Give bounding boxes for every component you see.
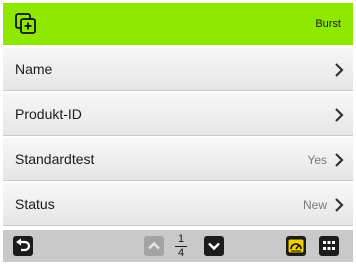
gauge-icon [287,238,305,254]
copy-plus-icon[interactable] [15,13,37,35]
chevron-right-icon [335,198,344,212]
menu-item-value: New [302,198,327,212]
menu-item-status[interactable]: Status New [3,183,353,226]
chevron-down-icon [208,242,220,251]
footer-toolbar: 1 4 [3,230,353,262]
chevron-right-icon [335,63,344,77]
menu-item-label: Status [15,196,55,212]
chevron-right-icon [335,108,344,122]
menu-item-standard-test[interactable]: Standardtest Yes [3,138,353,181]
page-up-button[interactable] [144,236,164,256]
mode-label: Burst [315,18,341,30]
menu-item-product-id[interactable]: Produkt-ID [3,93,353,136]
back-button[interactable] [13,236,33,256]
menu-item-value: Yes [307,153,327,167]
grid-menu-button[interactable] [319,236,339,256]
menu-item-label: Standardtest [15,151,95,167]
chevron-right-icon [335,153,344,167]
gauge-button[interactable] [286,236,306,256]
header-bar: Burst [3,3,353,45]
menu-item-label: Produkt-ID [15,106,82,122]
page-down-button[interactable] [204,236,224,256]
chevron-up-icon [148,241,160,250]
menu-item-label: Name [15,61,53,77]
page-current: 1 [177,233,185,245]
menu-list: Name Produkt-ID Standardtest Yes Status … [3,48,353,228]
grid-menu-icon [323,241,335,250]
page-total: 4 [177,247,185,259]
back-arrow-icon [16,238,31,252]
page-indicator: 1 4 [174,232,188,260]
menu-item-name[interactable]: Name [3,48,353,91]
